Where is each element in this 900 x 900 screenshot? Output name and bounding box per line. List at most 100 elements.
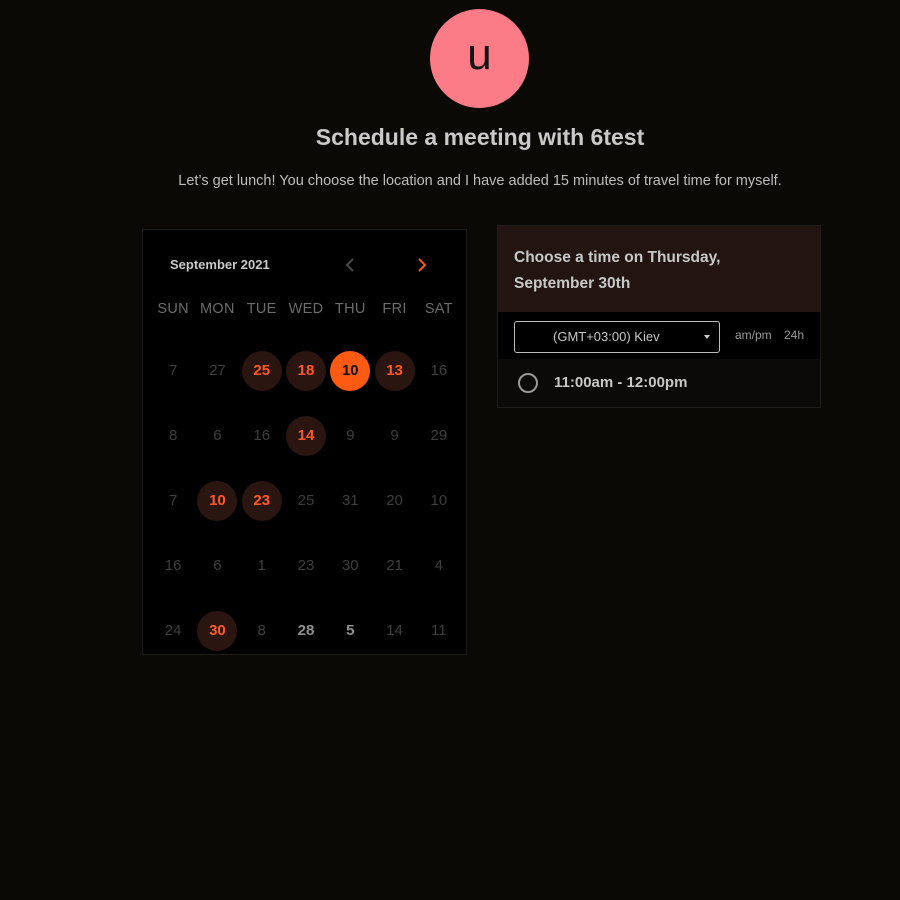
- available-day-marker[interactable]: 23: [241, 480, 282, 521]
- calendar-day-number: 9: [346, 427, 355, 444]
- next-month-button[interactable]: [411, 254, 433, 276]
- format-24h-toggle[interactable]: 24h: [784, 328, 804, 342]
- calendar-day-number: 25: [297, 492, 315, 509]
- calendar-day-number: 4: [434, 557, 444, 574]
- calendar-day-number: 24: [164, 622, 182, 639]
- calendar-day-number: 28: [297, 622, 315, 639]
- weekday-label: FRI: [382, 301, 407, 317]
- calendar-day-number: 11: [431, 622, 447, 639]
- calendar-day: 1: [240, 533, 284, 598]
- weekday-label: MON: [200, 301, 235, 317]
- calendar-day-number: 16: [164, 557, 182, 574]
- calendar-day: 10: [417, 468, 461, 533]
- page-subtitle: Let’s get lunch! You choose the location…: [178, 173, 782, 189]
- calendar-day: 29: [417, 403, 461, 468]
- scheduling-page: u Schedule a meeting with 6test Let’s ge…: [0, 0, 900, 900]
- calendar-days-grid: 7 27 25 18 10 13 16 8 6 16 14 9 9 29 7 10 23 25 31 20 10 16 6 1…: [151, 338, 461, 663]
- calendar-day-number: 14: [386, 622, 403, 639]
- avatar: u: [430, 9, 529, 108]
- calendar-day-number: 5: [346, 622, 355, 639]
- calendar-day[interactable]: 25: [240, 338, 284, 403]
- calendar-day: 27: [195, 338, 239, 403]
- chevron-right-icon: [418, 258, 427, 272]
- calendar-day[interactable]: 23: [240, 468, 284, 533]
- calendar-day: 30: [328, 533, 372, 598]
- calendar-day: 31: [328, 468, 372, 533]
- format-ampm-toggle[interactable]: am/pm: [735, 328, 772, 342]
- weekday-header: SUN MON TUE WED THU FRI SAT: [151, 301, 461, 317]
- available-day-marker[interactable]: 25: [241, 350, 282, 391]
- calendar-day: 14: [372, 598, 416, 663]
- calendar-day-number: 18: [297, 362, 315, 379]
- calendar-day-number: 7: [168, 492, 178, 509]
- calendar-day[interactable]: 30: [195, 598, 239, 663]
- calendar-day-number: 14: [297, 427, 315, 444]
- calendar-day: 28: [284, 598, 328, 663]
- calendar-day-number: 16: [430, 362, 448, 379]
- calendar-day-number: 27: [209, 362, 226, 379]
- available-day-marker[interactable]: 18: [285, 350, 326, 391]
- calendar-day[interactable]: 13: [372, 338, 416, 403]
- calendar-day: 21: [372, 533, 416, 598]
- calendar-day-number: 23: [297, 557, 315, 574]
- calendar-day-number: 20: [386, 492, 403, 509]
- calendar-day: 9: [372, 403, 416, 468]
- calendar-day-number: 23: [253, 492, 271, 509]
- calendar-day: 8: [151, 403, 195, 468]
- calendar-day-number: 29: [430, 427, 448, 444]
- calendar-panel: September 2021 SUN MON TUE WED THU FRI S…: [142, 229, 467, 655]
- time-panel-header: Choose a time on Thursday, September 30t…: [498, 226, 820, 312]
- calendar-day: 9: [328, 403, 372, 468]
- page-title: Schedule a meeting with 6test: [315, 124, 645, 150]
- selected-day-marker[interactable]: 10: [330, 350, 371, 391]
- calendar-month-label: September 2021: [170, 257, 270, 272]
- calendar-day-number: 9: [390, 427, 399, 444]
- calendar-day[interactable]: 14: [284, 403, 328, 468]
- calendar-day: 16: [240, 403, 284, 468]
- calendar-day-number: 10: [430, 492, 448, 509]
- weekday-label: SUN: [157, 301, 189, 317]
- time-panel-heading: Choose a time on Thursday, September 30t…: [514, 249, 721, 292]
- timezone-select[interactable]: (GMT+03:00) Kiev: [514, 321, 720, 353]
- calendar-day: 7: [151, 338, 195, 403]
- available-day-marker[interactable]: 10: [197, 480, 238, 521]
- calendar-day-number: 8: [257, 622, 266, 639]
- calendar-day: 6: [195, 403, 239, 468]
- calendar-day-number: 25: [253, 362, 271, 379]
- time-slot-option[interactable]: 11:00am - 12:00pm: [498, 359, 820, 407]
- calendar-day: 7: [151, 468, 195, 533]
- timezone-value: (GMT+03:00) Kiev: [553, 329, 660, 344]
- calendar-day: 6: [195, 533, 239, 598]
- calendar-day: 24: [151, 598, 195, 663]
- calendar-day-number: 6: [213, 427, 222, 444]
- time-slot-label: 11:00am - 12:00pm: [554, 374, 688, 391]
- weekday-label: TUE: [246, 301, 277, 317]
- calendar-day: 5: [328, 598, 372, 663]
- weekday-label: SAT: [424, 301, 453, 317]
- avatar-initial: u: [467, 29, 492, 79]
- calendar-day-number: 13: [386, 362, 403, 379]
- calendar-day[interactable]: 10: [195, 468, 239, 533]
- calendar-day-number: 21: [386, 557, 403, 574]
- calendar-day: 4: [417, 533, 461, 598]
- available-day-marker[interactable]: 14: [285, 415, 326, 456]
- time-selection-panel: Choose a time on Thursday, September 30t…: [497, 225, 821, 408]
- weekday-label: WED: [288, 301, 324, 317]
- calendar-day[interactable]: 18: [284, 338, 328, 403]
- calendar-day[interactable]: 10: [328, 338, 372, 403]
- available-day-marker[interactable]: 30: [197, 610, 238, 651]
- calendar-day-number: 6: [213, 557, 222, 574]
- chevron-left-icon: [345, 258, 354, 272]
- calendar-day: 16: [151, 533, 195, 598]
- previous-month-button[interactable]: [339, 254, 361, 276]
- calendar-day: 16: [417, 338, 461, 403]
- calendar-day-number: 31: [341, 492, 359, 509]
- calendar-day: 20: [372, 468, 416, 533]
- available-day-marker[interactable]: 13: [374, 350, 415, 391]
- calendar-day-number: 1: [257, 557, 266, 574]
- calendar-day-number: 16: [253, 427, 271, 444]
- radio-icon: [518, 373, 538, 393]
- calendar-day: 25: [284, 468, 328, 533]
- calendar-day-number: 10: [341, 362, 359, 379]
- calendar-day-number: 30: [341, 557, 359, 574]
